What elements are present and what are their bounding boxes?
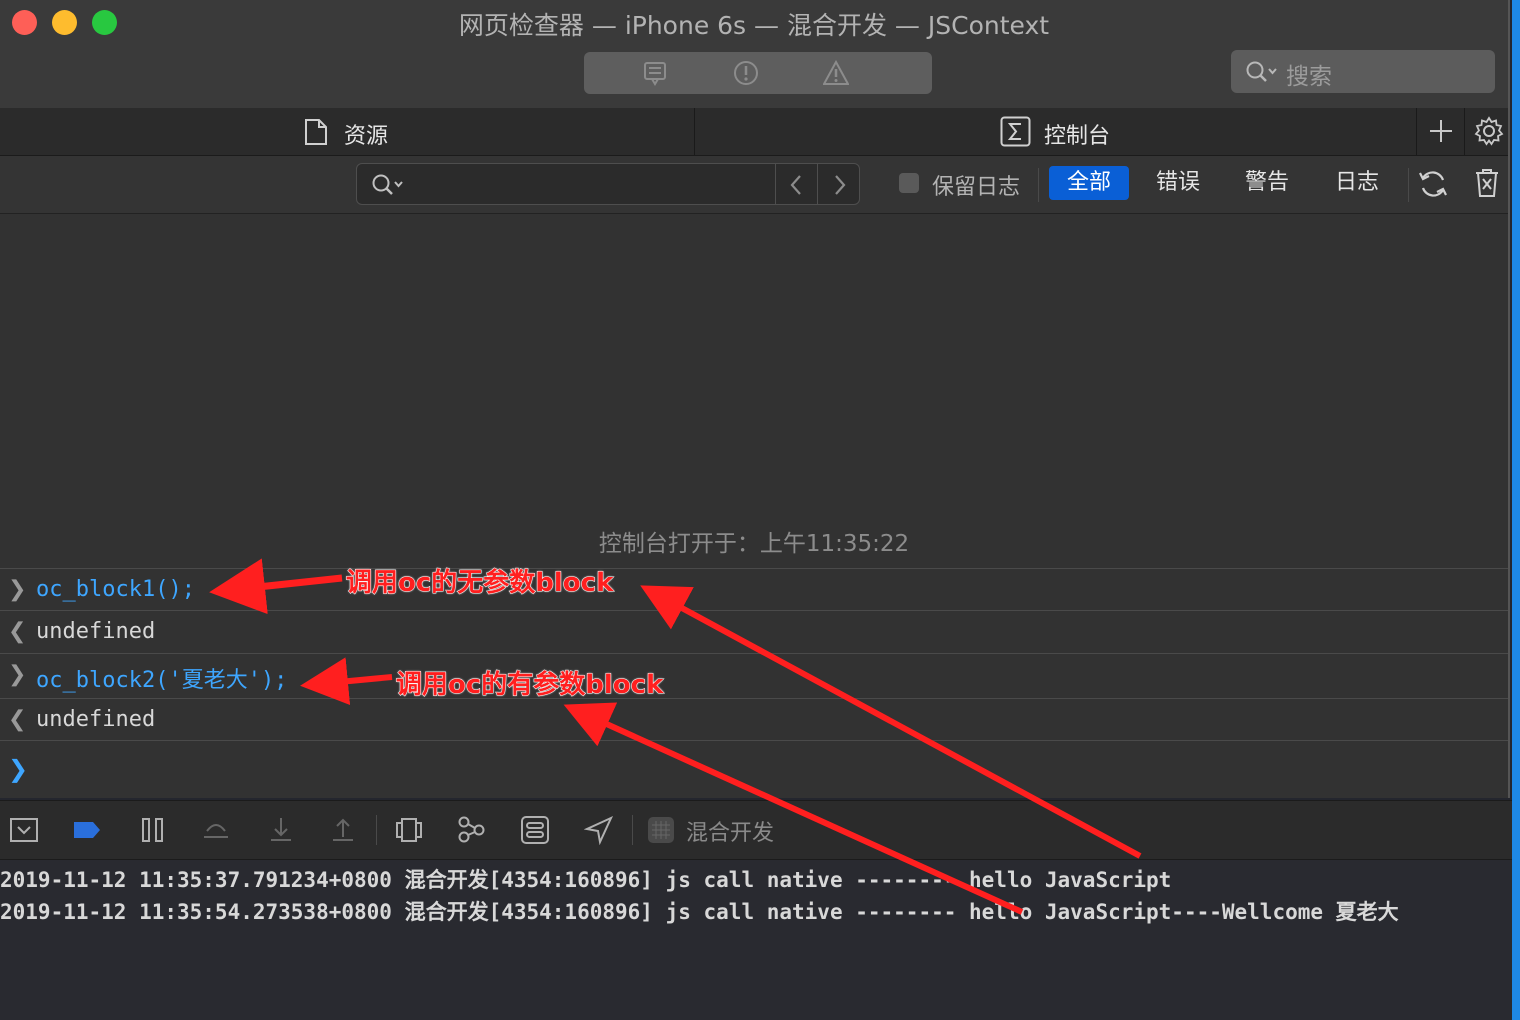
annotation-arrow — [300, 657, 393, 706]
annotation-arrows — [209, 558, 1142, 915]
annotation-arrow — [640, 585, 1142, 859]
annotation-label: 调用oc的无参数block — [345, 568, 614, 599]
annotation-arrow — [209, 558, 343, 615]
annotation-arrow — [563, 702, 1024, 915]
annotation-label: 调用oc的有参数block — [395, 670, 664, 701]
